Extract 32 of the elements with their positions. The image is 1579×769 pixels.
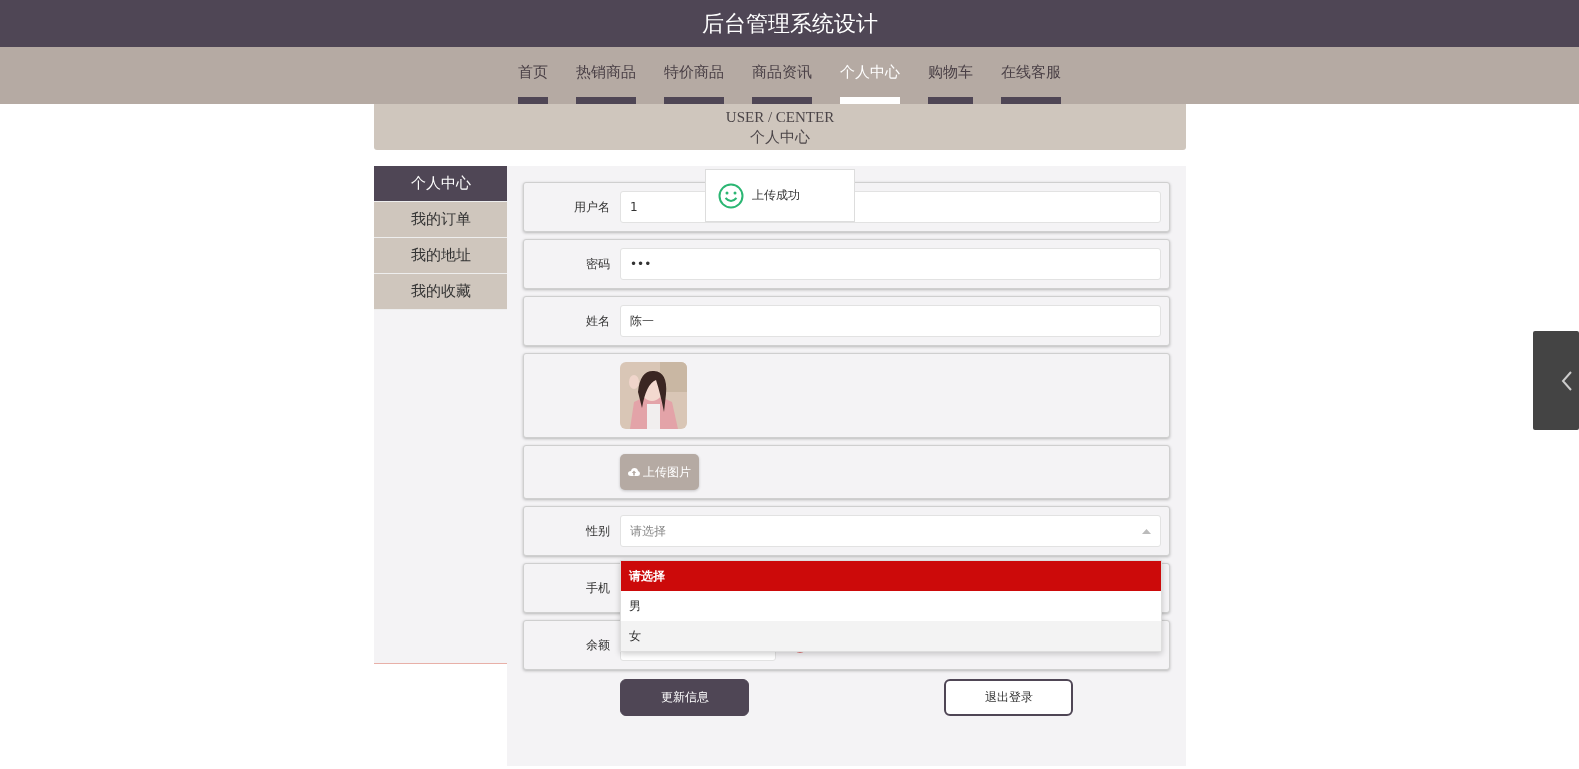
site-title: 后台管理系统设计 bbox=[701, 9, 878, 38]
caret-icon bbox=[1142, 528, 1151, 534]
banner-subtitle: USER / CENTER bbox=[725, 108, 835, 127]
cloud-upload-icon bbox=[628, 467, 640, 477]
smiley-icon bbox=[718, 182, 744, 209]
select-field[interactable]: 请选择 bbox=[620, 515, 1161, 547]
logout-button[interactable]: 退出登录 bbox=[944, 679, 1073, 716]
sidebar-item[interactable]: 我的收藏 bbox=[374, 274, 507, 310]
field-label: 手机 bbox=[585, 579, 610, 597]
nav-tab[interactable]: 首页 bbox=[504, 47, 562, 104]
field-label: 余额 bbox=[585, 636, 610, 654]
banner-title: 个人中心 bbox=[750, 128, 810, 147]
dropdown-option[interactable]: 女 bbox=[621, 621, 1161, 651]
sidebar-item[interactable]: 个人中心 bbox=[374, 166, 507, 202]
password-field[interactable]: ••• bbox=[620, 248, 1161, 280]
field-label: 姓名 bbox=[585, 312, 610, 330]
dropdown-option[interactable]: 请选择 bbox=[621, 561, 1161, 591]
nav-tab[interactable]: 购物车 bbox=[914, 47, 987, 104]
nav-tab[interactable]: 特价商品 bbox=[650, 47, 738, 104]
chevron-left-icon bbox=[1561, 369, 1573, 392]
input-field[interactable]: 陈一 bbox=[620, 305, 1161, 337]
field-label: 用户名 bbox=[573, 198, 610, 216]
nav-tab[interactable]: 热销商品 bbox=[562, 47, 650, 104]
sidebar-item[interactable]: 我的地址 bbox=[374, 238, 507, 274]
nav-tab[interactable]: 商品资讯 bbox=[738, 47, 826, 104]
sidebar-item[interactable]: 我的订单 bbox=[374, 202, 507, 238]
update-button[interactable]: 更新信息 bbox=[620, 679, 749, 716]
nav-tab[interactable]: 在线客服 bbox=[987, 47, 1075, 104]
field-label: 密码 bbox=[585, 255, 610, 273]
dropdown-option[interactable]: 男 bbox=[621, 591, 1161, 621]
side-panel-toggle[interactable] bbox=[1533, 331, 1579, 430]
field-label: 性别 bbox=[585, 522, 610, 540]
